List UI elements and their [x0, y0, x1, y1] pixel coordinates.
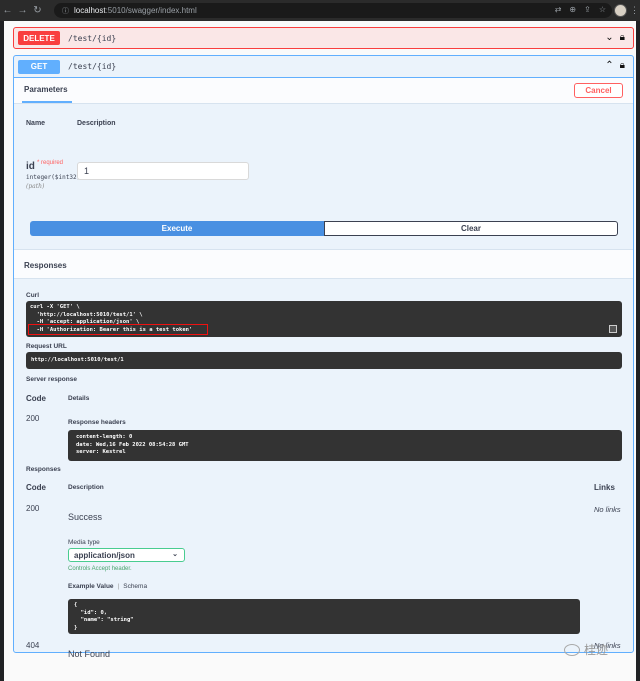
col-description-header: Description [77, 120, 116, 127]
reload-icon[interactable]: ↻ [30, 0, 45, 21]
param-name: id [26, 161, 35, 172]
example-value-block: { "id": 0, "name": "string" } [68, 599, 580, 634]
server-response-label: Server response [26, 376, 77, 383]
example-line: "name": "string" [74, 617, 134, 623]
response-links: No links [594, 505, 621, 514]
id-input[interactable] [77, 162, 249, 180]
method-badge-delete: DELETE [18, 31, 60, 45]
curl-label: Curl [26, 292, 39, 299]
media-type-value: application/json [74, 550, 135, 560]
responses-doc-title: Responses [26, 466, 61, 473]
browser-menu-icon[interactable]: ⋮ [630, 4, 639, 17]
profile-avatar[interactable] [614, 4, 627, 17]
tab-separator: | [117, 583, 120, 590]
info-icon[interactable]: ⓘ [62, 6, 69, 16]
response-headers-label: Response headers [68, 419, 126, 426]
back-icon[interactable]: ← [0, 0, 15, 21]
curl-line: 'http://localhost:5010/test/1' \ [30, 311, 143, 318]
header-line: server: Kestrel [76, 449, 126, 455]
header-line: date: Wed,16 Feb 2022 08:54:28 GMT [76, 441, 189, 448]
response-description: Not Found [68, 649, 111, 659]
forward-icon[interactable]: → [15, 0, 30, 21]
responses-title: Responses [24, 261, 67, 270]
cancel-button[interactable]: Cancel [574, 83, 623, 98]
col-code-header: Code [26, 483, 46, 492]
tab-schema[interactable]: Schema [123, 583, 147, 590]
tab-underline [22, 101, 72, 103]
address-bar[interactable]: ⓘ localhost:5010/swagger/index.html ⇄ ⊕ … [54, 3, 612, 18]
example-tabs: Example Value | Schema [68, 583, 147, 590]
bookmark-star-icon[interactable]: ☆ [599, 5, 606, 14]
highlight-box [28, 324, 208, 335]
required-label: * required [37, 160, 64, 166]
controls-accept-text: Controls Accept header. [68, 566, 132, 572]
response-headers-block: content-length: 0 date: Wed,16 Feb 2022 … [68, 430, 622, 461]
tab-example-value[interactable]: Example Value [68, 583, 114, 590]
operation-delete[interactable]: DELETE /test/{id} ⌄ 🔒︎ [13, 27, 634, 49]
curl-line: curl -X 'GET' \ [30, 304, 80, 310]
clear-button[interactable]: Clear [324, 221, 618, 236]
watermark-text: 桂迹 [584, 643, 609, 657]
zoom-icon[interactable]: ⊕ [569, 5, 576, 14]
server-response-code: 200 [26, 414, 40, 423]
operation-path: /test/{id} [68, 33, 117, 43]
share-icon[interactable]: ⇪ [584, 5, 591, 14]
lock-icon[interactable]: 🔒︎ [620, 32, 625, 43]
request-url-block: http://localhost:5010/test/1 [26, 352, 622, 369]
header-line: content-length: 0 [76, 434, 133, 440]
operation-path: /test/{id} [68, 62, 117, 71]
param-type: integer($int32) [26, 174, 81, 181]
tab-parameters[interactable]: Parameters [24, 85, 68, 94]
response-description: Success [68, 512, 103, 522]
execute-row: Execute Clear [30, 221, 618, 236]
col-code-header: Code [26, 394, 46, 403]
url-host: localhost [74, 6, 106, 15]
operation-get: GET /test/{id} ⌃ 🔒︎ Parameters Cancel Na… [13, 55, 634, 659]
execute-button[interactable]: Execute [30, 221, 324, 236]
media-type-select[interactable]: application/json ⌄ [68, 548, 185, 562]
operation-get-header[interactable]: GET /test/{id} ⌃ 🔒︎ [14, 56, 633, 78]
chevron-up-icon[interactable]: ⌃ [605, 60, 613, 71]
example-line: } [74, 624, 78, 631]
chevron-down-icon: ⌄ [172, 551, 178, 558]
example-line: { [74, 602, 78, 608]
media-type-label: Media type [68, 539, 100, 546]
chevron-down-icon[interactable]: ⌄ [605, 32, 613, 43]
browser-toolbar: ← → ↻ ⓘ localhost:5010/swagger/index.htm… [0, 0, 640, 21]
translate-icon[interactable]: ⇄ [555, 5, 562, 14]
request-url-label: Request URL [26, 343, 67, 350]
url-path: :5010/swagger/index.html [105, 6, 197, 15]
response-code: 200 [26, 504, 40, 513]
lock-icon[interactable]: 🔒︎ [620, 60, 625, 71]
col-description-header: Description [68, 484, 104, 491]
example-line: "id": 0, [74, 609, 108, 616]
param-location: (path) [26, 183, 45, 190]
watermark: 桂迹 [564, 641, 608, 658]
method-badge-get: GET [18, 59, 60, 74]
parameters-bar: Parameters Cancel [14, 78, 633, 104]
col-links-header: Links [594, 483, 615, 492]
col-details-header: Details [68, 395, 90, 402]
responses-bar: Responses [14, 249, 633, 279]
response-code: 404 [26, 641, 40, 650]
col-name-header: Name [26, 120, 46, 127]
wechat-icon [564, 643, 580, 656]
swagger-page: DELETE /test/{id} ⌄ 🔒︎ GET /test/{id} ⌃ … [0, 21, 640, 681]
copy-icon[interactable] [609, 325, 617, 333]
